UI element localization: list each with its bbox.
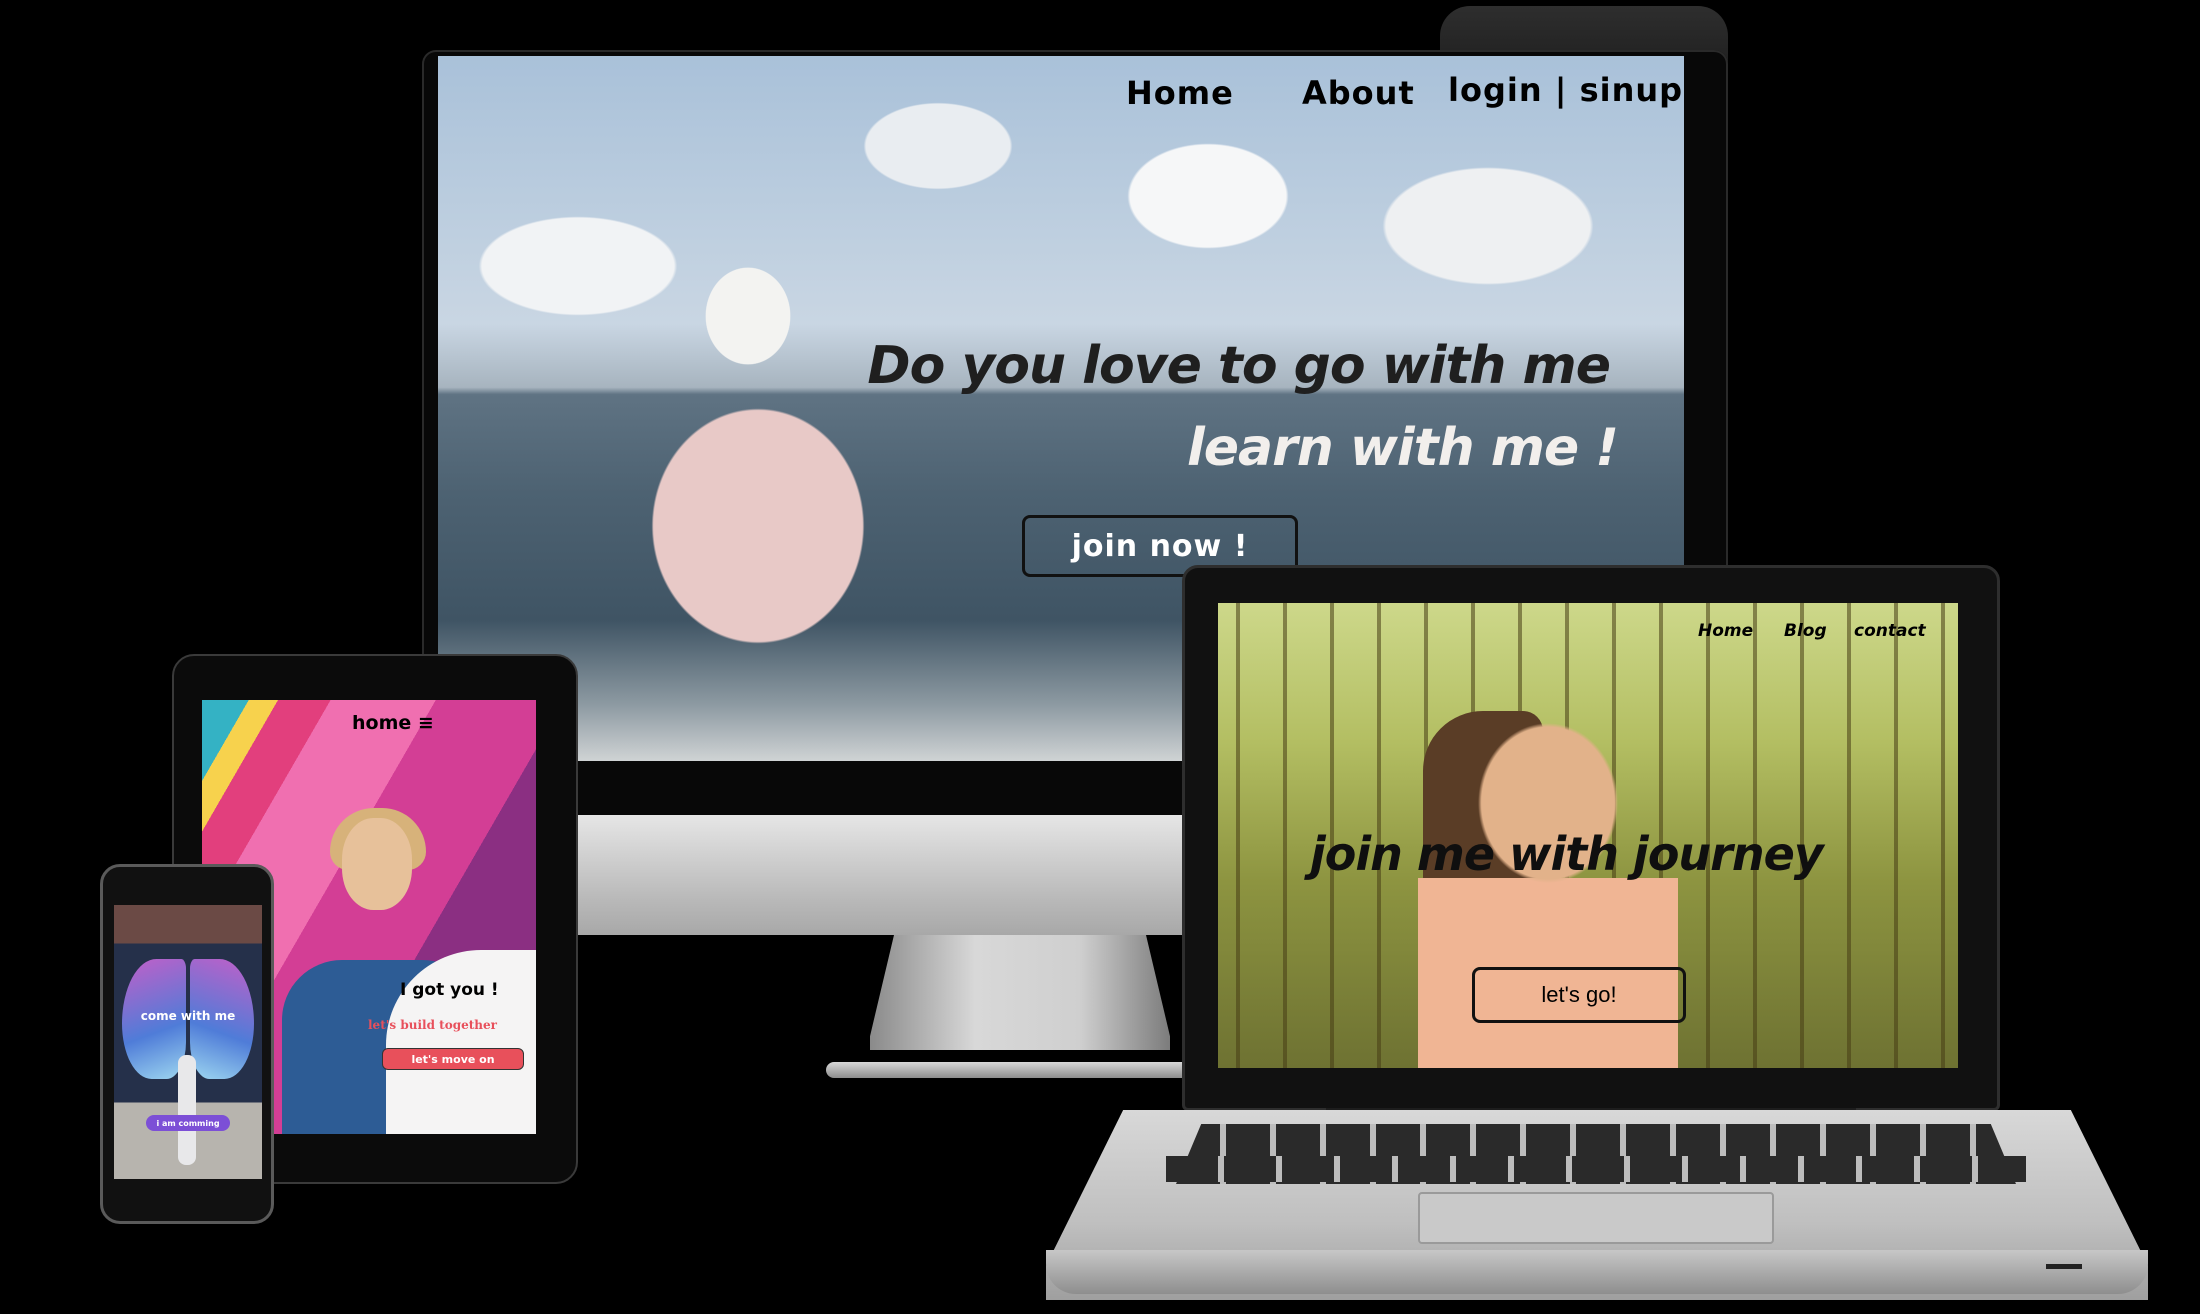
laptop-trackpad	[1418, 1192, 1774, 1244]
laptop-lets-go-button[interactable]: let's go!	[1472, 967, 1686, 1023]
tablet-card-subtitle: let's build together	[368, 1018, 497, 1032]
tablet-hero-face	[342, 818, 412, 910]
tablet-card-title: I got you !	[400, 980, 499, 1000]
laptop-keyboard-keys-row	[1166, 1156, 2026, 1182]
laptop-headline: join me with journey	[1310, 827, 1824, 881]
desktop-nav-home[interactable]: Home	[1126, 74, 1234, 112]
desktop-nav-login-signup[interactable]: login | sinup	[1448, 71, 1683, 109]
monitor-stand	[870, 935, 1170, 1050]
laptop-status-led	[2046, 1264, 2082, 1269]
desktop-nav-about[interactable]: About	[1302, 74, 1415, 112]
laptop-nav-contact[interactable]: contact	[1854, 621, 1926, 641]
desktop-headline: Do you love to go with me	[867, 336, 1611, 396]
monitor-base	[826, 1062, 1216, 1078]
phone-cta-button[interactable]: i am comming	[146, 1115, 230, 1131]
desktop-subheadline: learn with me !	[1186, 418, 1619, 478]
monitor-chin	[576, 815, 1256, 935]
laptop-nav-home[interactable]: Home	[1698, 621, 1753, 641]
phone-headline: come with me	[140, 1009, 236, 1023]
phone-hero-person	[178, 1055, 196, 1165]
laptop-nav-blog[interactable]: Blog	[1784, 621, 1827, 641]
laptop-front-edge	[1046, 1250, 2148, 1294]
tablet-nav-home-menu[interactable]: home ≡	[352, 712, 434, 734]
phone-screen: come with me i am comming	[114, 905, 262, 1179]
tablet-move-on-button[interactable]: let's move on	[382, 1048, 524, 1070]
laptop-screen: Home Blog contact join me with journey l…	[1218, 603, 1958, 1068]
